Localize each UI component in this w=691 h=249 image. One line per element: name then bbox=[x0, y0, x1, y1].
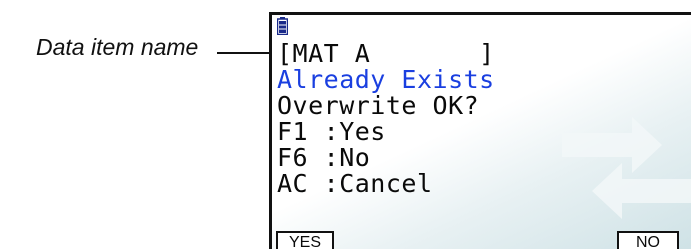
data-item-name-line: [MAT A ] bbox=[277, 39, 495, 68]
battery-icon bbox=[277, 17, 288, 35]
option-f6-no: F6 :No bbox=[277, 143, 371, 172]
yes-button[interactable]: YES bbox=[276, 231, 334, 249]
manual-figure: Data item name [MAT A ] Already Exists O… bbox=[0, 0, 691, 249]
option-ac-cancel: AC :Cancel bbox=[277, 169, 433, 198]
option-f1-yes: F1 :Yes bbox=[277, 117, 386, 146]
transfer-arrows-icon bbox=[562, 117, 691, 219]
overwrite-prompt: Overwrite OK? bbox=[277, 91, 480, 120]
no-button[interactable]: NO bbox=[617, 231, 679, 249]
callout-leader-line bbox=[217, 52, 269, 54]
already-exists-message: Already Exists bbox=[277, 65, 495, 94]
data-item-name-callout: Data item name bbox=[36, 34, 199, 60]
calculator-screen: [MAT A ] Already Exists Overwrite OK? F1… bbox=[269, 12, 691, 249]
